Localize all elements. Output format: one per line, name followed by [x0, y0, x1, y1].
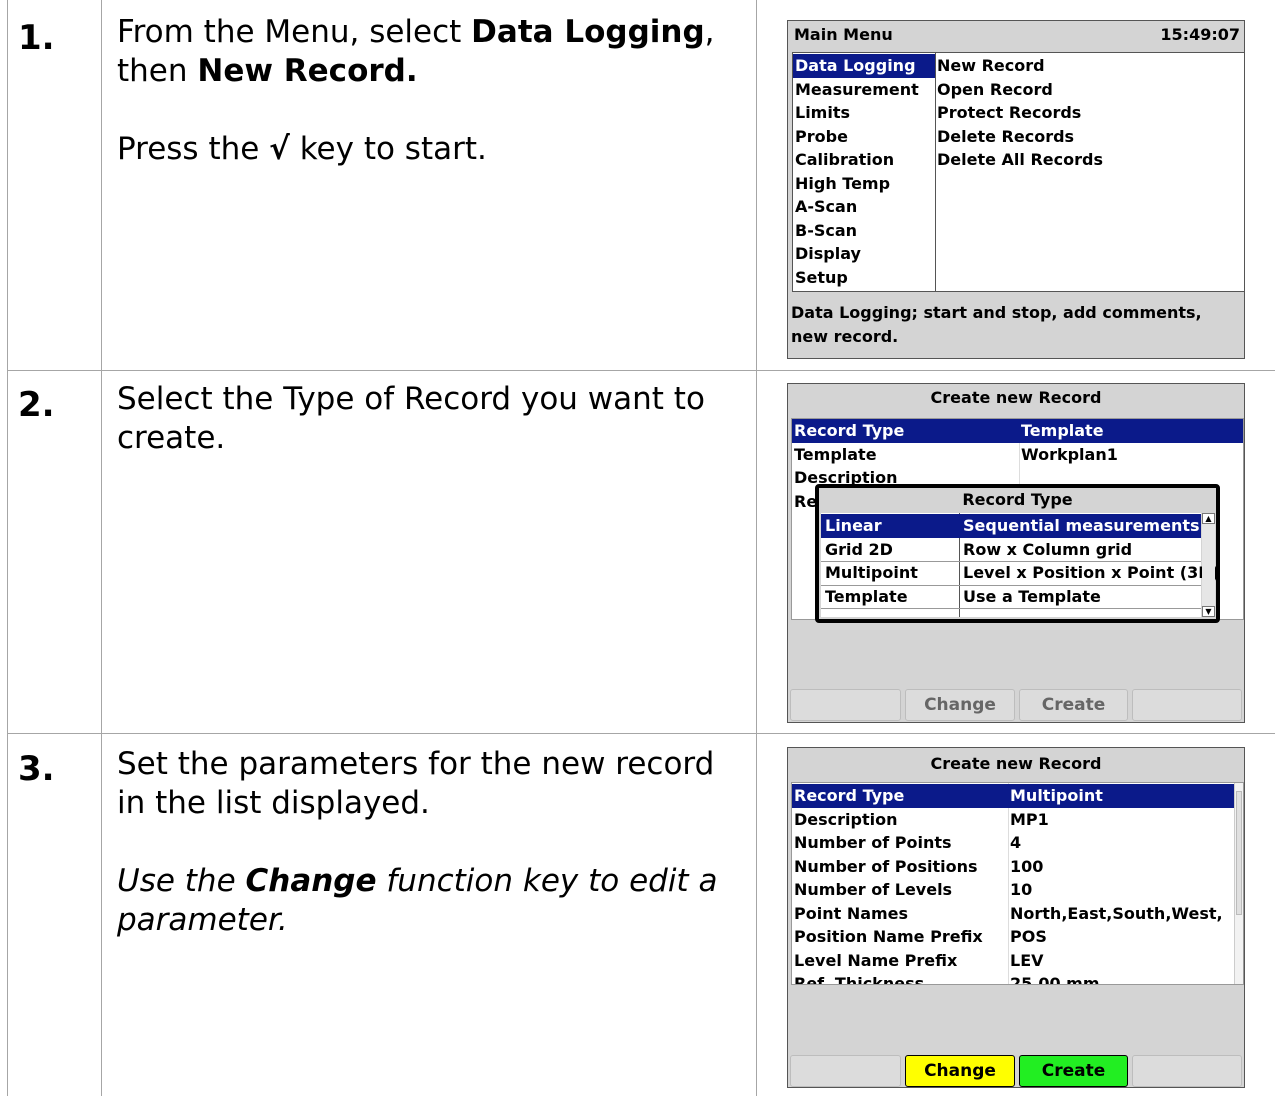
- step-3-text: Set the parameters for the new record in…: [117, 746, 718, 938]
- submenu-item-protect-records[interactable]: Protect Records: [936, 101, 1244, 125]
- option-linear[interactable]: Linear Sequential measurements: [821, 514, 1201, 538]
- submenu-item-new-record[interactable]: New Record: [936, 54, 1244, 78]
- fkey-4[interactable]: [1132, 1055, 1242, 1087]
- param-row-record-type[interactable]: Record Type Template: [792, 419, 1243, 443]
- fkey-4[interactable]: [1132, 689, 1242, 721]
- param-row-position-name-prefix[interactable]: Position Name Prefix POS: [792, 925, 1234, 949]
- step-number: 2.: [18, 385, 55, 425]
- param-row-record-type[interactable]: Record Type Multipoint: [792, 784, 1234, 808]
- param-row-ref-thickness[interactable]: Ref. Thickness 25.00 mm: [792, 972, 1234, 984]
- option-multipoint[interactable]: Multipoint Level x Position x Point (3D): [821, 561, 1219, 586]
- step-2-text: Select the Type of Record you want to cr…: [117, 381, 705, 456]
- table-border-left: [7, 0, 8, 1096]
- option-template[interactable]: Template Use a Template: [821, 585, 1201, 609]
- record-parameters-screen: Create new Record Record Type Multipoint …: [787, 747, 1245, 1088]
- param-row-description[interactable]: Description MP1: [792, 808, 1234, 832]
- submenu-list: New Record Open Record Protect Records D…: [936, 53, 1244, 291]
- screen-title: Create new Record: [930, 388, 1102, 407]
- param-row-level-name-prefix[interactable]: Level Name Prefix LEV: [792, 949, 1234, 973]
- check-key-glyph: √: [269, 131, 290, 167]
- menu-item-probe[interactable]: Probe: [793, 125, 935, 149]
- record-type-options: Linear Sequential measurements Grid 2D Row…: [821, 513, 1219, 617]
- table-divider-image: [756, 0, 757, 1096]
- step-1-text: From the Menu, select Data Logging, then…: [117, 14, 715, 167]
- submenu-item-delete-records[interactable]: Delete Records: [936, 125, 1244, 149]
- table-divider-number: [101, 0, 102, 1096]
- scroll-down-icon[interactable]: ▼: [1202, 606, 1215, 617]
- scroll-thumb[interactable]: [1236, 791, 1242, 915]
- help-text: Data Logging; start and stop, add commen…: [791, 303, 1202, 346]
- list-scrollbar[interactable]: [1234, 783, 1243, 984]
- scroll-up-icon[interactable]: ▲: [1202, 513, 1215, 524]
- submenu-item-open-record[interactable]: Open Record: [936, 78, 1244, 102]
- menu-item-display[interactable]: Display: [793, 242, 935, 266]
- param-row-number-of-points[interactable]: Number of Points 4: [792, 831, 1234, 855]
- popup-scrollbar[interactable]: ▲ ▼: [1202, 513, 1215, 617]
- function-key-bar: Change Create: [790, 689, 1242, 721]
- fkey-1[interactable]: [790, 689, 901, 721]
- menu-item-setup[interactable]: Setup: [793, 266, 935, 290]
- menu-item-measurement[interactable]: Measurement: [793, 78, 935, 102]
- screen-title: Main Menu: [794, 25, 893, 44]
- menu-item-a-scan[interactable]: A-Scan: [793, 195, 935, 219]
- menu-panel: Data Logging Measurement Limits Probe Ca…: [792, 52, 1244, 292]
- option-grid-2d[interactable]: Grid 2D Row x Column grid: [821, 538, 1201, 562]
- change-button[interactable]: Change: [905, 1055, 1015, 1087]
- table-row-divider: [7, 370, 1275, 371]
- param-row-template[interactable]: Template Workplan1: [792, 443, 1243, 467]
- parameter-list: Record Type Multipoint Description MP1 Num…: [791, 782, 1244, 985]
- step-number: 3.: [18, 749, 55, 789]
- screen-title-bar: Main Menu 15:49:07: [788, 21, 1244, 48]
- param-row-point-names[interactable]: Point Names North,East,South,West,: [792, 902, 1234, 926]
- change-button[interactable]: Change: [905, 689, 1015, 721]
- submenu-item-delete-all-records[interactable]: Delete All Records: [936, 148, 1244, 172]
- clock: 15:49:07: [1160, 25, 1240, 44]
- menu-item-b-scan[interactable]: B-Scan: [793, 219, 935, 243]
- main-menu-screen: Main Menu 15:49:07 Data Logging Measurem…: [787, 20, 1245, 359]
- create-record-screen: Create new Record Record Type Template Te…: [787, 383, 1245, 723]
- function-key-bar: Change Create: [790, 1055, 1242, 1087]
- menu-item-limits[interactable]: Limits: [793, 101, 935, 125]
- table-row-divider: [7, 733, 1275, 734]
- step-number: 1.: [18, 18, 55, 58]
- fkey-1[interactable]: [790, 1055, 901, 1087]
- menu-item-data-logging[interactable]: Data Logging: [793, 54, 935, 78]
- create-button[interactable]: Create: [1019, 1055, 1128, 1087]
- create-button[interactable]: Create: [1019, 689, 1128, 721]
- main-menu-list: Data Logging Measurement Limits Probe Ca…: [793, 53, 935, 291]
- screen-title: Create new Record: [930, 754, 1102, 773]
- param-row-number-of-positions[interactable]: Number of Positions 100: [792, 855, 1234, 879]
- popup-title: Record Type: [962, 490, 1073, 509]
- record-type-popup: Record Type Linear Sequential measurement…: [815, 484, 1220, 623]
- menu-item-calibration[interactable]: Calibration: [793, 148, 935, 172]
- param-row-number-of-levels[interactable]: Number of Levels 10: [792, 878, 1234, 902]
- menu-item-high-temp[interactable]: High Temp: [793, 172, 935, 196]
